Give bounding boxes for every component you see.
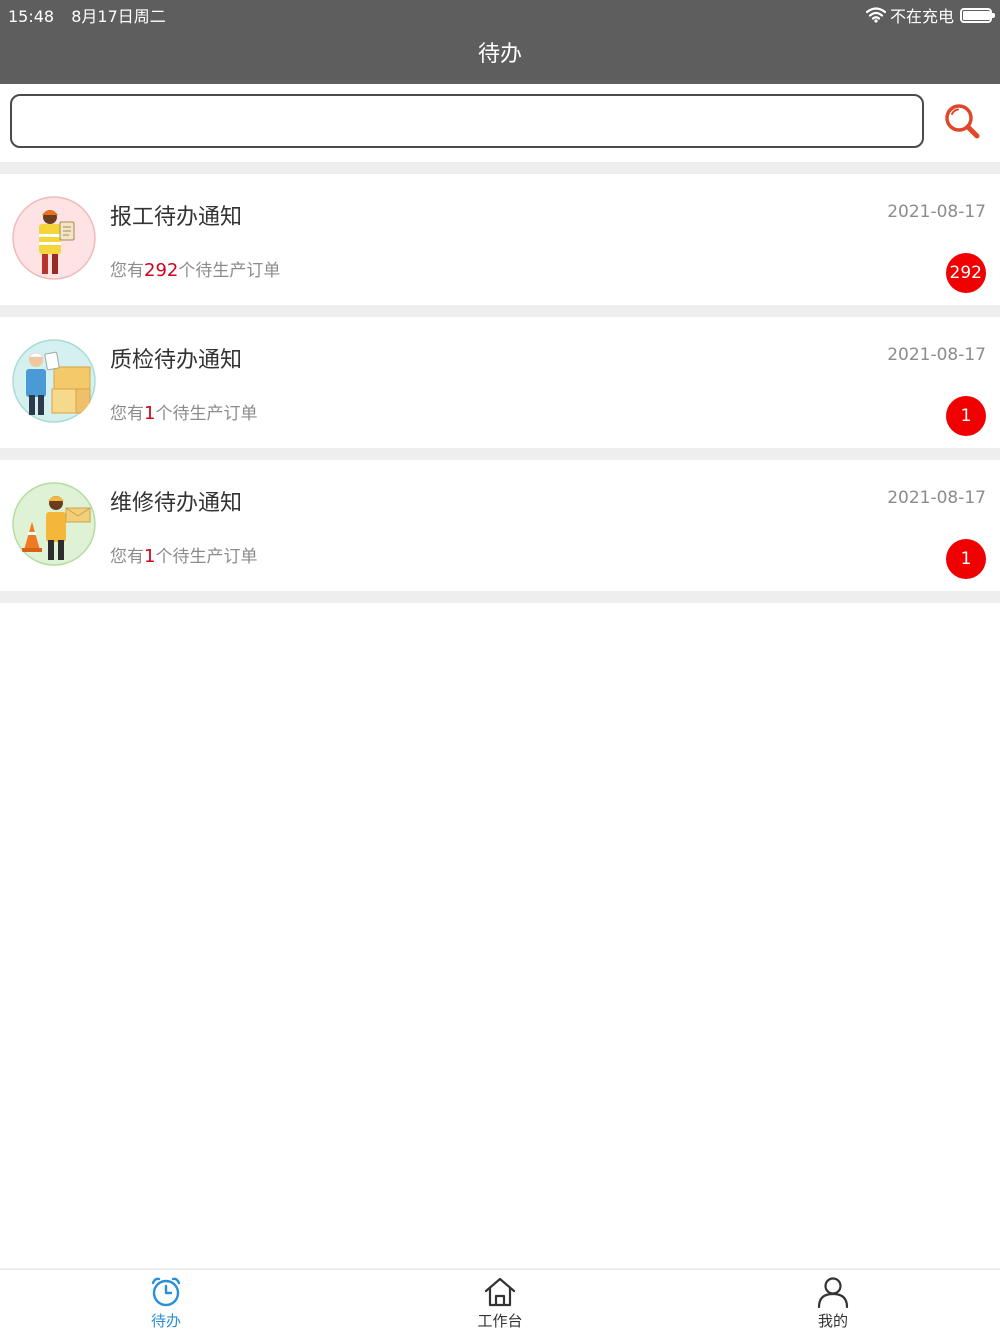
status-bar: 15:48 8月17日周二 不在充电 xyxy=(0,0,1000,28)
subtitle-suffix: 个待生产订单 xyxy=(155,547,258,567)
divider xyxy=(0,591,1000,603)
subtitle-suffix: 个待生产订单 xyxy=(178,261,281,281)
battery-level xyxy=(963,10,990,20)
list-item-repair[interactable]: 维修待办通知 您有1个待生产订单 2021-08-17 1 xyxy=(0,460,1000,591)
alarm-clock-icon xyxy=(151,1277,181,1307)
tab-bar: 待办 工作台 我的 xyxy=(0,1268,1000,1334)
item-subtitle: 您有1个待生产订单 xyxy=(110,542,257,567)
repair-worker-icon xyxy=(12,482,96,566)
item-subtitle: 您有1个待生产订单 xyxy=(110,399,257,424)
divider xyxy=(0,162,1000,174)
nav-bar: 待办 xyxy=(0,28,1000,84)
item-subtitle: 您有292个待生产订单 xyxy=(110,256,280,281)
status-date: 8月17日周二 xyxy=(71,7,166,26)
subtitle-suffix: 个待生产订单 xyxy=(155,404,258,424)
home-icon xyxy=(484,1277,516,1307)
tab-workbench[interactable]: 工作台 xyxy=(440,1276,560,1331)
subtitle-prefix: 您有 xyxy=(110,547,144,567)
list-item-report[interactable]: 报工待办通知 您有292个待生产订单 2021-08-17 292 xyxy=(0,174,1000,305)
item-title: 报工待办通知 xyxy=(110,205,243,230)
divider xyxy=(0,305,1000,317)
tab-todo[interactable]: 待办 xyxy=(106,1276,226,1331)
item-date: 2021-08-17 xyxy=(887,202,986,222)
search-icon[interactable] xyxy=(940,100,984,144)
list-item-inspection[interactable]: 质检待办通知 您有1个待生产订单 2021-08-17 1 xyxy=(0,317,1000,448)
inspector-boxes-icon xyxy=(12,339,96,423)
tab-profile[interactable]: 我的 xyxy=(773,1276,893,1331)
page-title: 待办 xyxy=(477,42,522,67)
item-title: 质检待办通知 xyxy=(110,348,243,373)
worker-clipboard-icon xyxy=(12,196,96,280)
item-date: 2021-08-17 xyxy=(887,488,986,508)
tab-label: 我的 xyxy=(817,1312,848,1330)
status-time: 15:48 xyxy=(8,7,55,26)
unread-badge: 1 xyxy=(946,539,986,579)
charging-status: 不在充电 xyxy=(889,7,954,26)
tab-label: 待办 xyxy=(150,1312,181,1330)
order-count: 1 xyxy=(144,546,156,567)
item-date: 2021-08-17 xyxy=(887,345,986,365)
subtitle-prefix: 您有 xyxy=(110,404,144,424)
unread-badge: 292 xyxy=(945,253,986,293)
order-count: 1 xyxy=(144,403,156,424)
search-input[interactable] xyxy=(10,94,924,148)
unread-badge: 1 xyxy=(946,396,986,436)
subtitle-prefix: 您有 xyxy=(110,261,144,281)
wifi-icon xyxy=(865,7,886,23)
search-bar xyxy=(0,84,1000,162)
battery-icon xyxy=(960,7,995,23)
todo-list: 报工待办通知 您有292个待生产订单 2021-08-17 292 质检待办通知… xyxy=(0,162,1000,603)
tab-label: 工作台 xyxy=(477,1312,523,1330)
item-title: 维修待办通知 xyxy=(110,491,243,516)
person-icon xyxy=(817,1277,849,1308)
divider xyxy=(0,448,1000,460)
order-count: 292 xyxy=(144,260,179,281)
